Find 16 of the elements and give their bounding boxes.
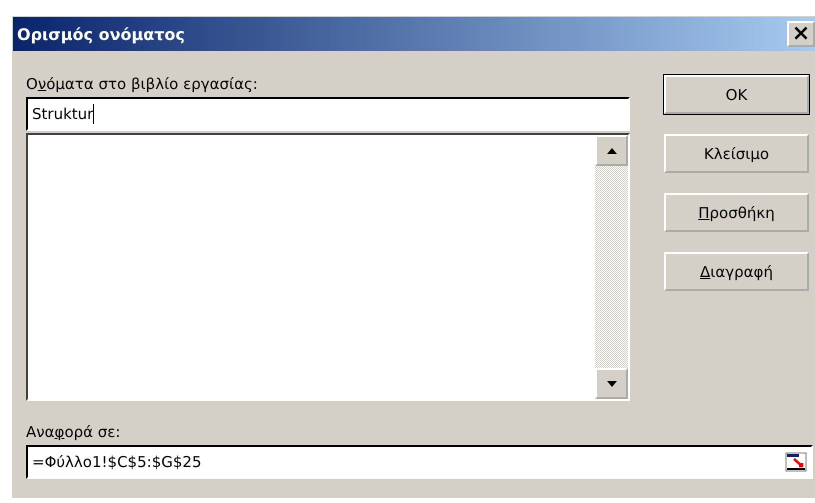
scroll-down-button[interactable] xyxy=(595,368,628,399)
down-arrow-icon xyxy=(606,380,618,388)
name-field[interactable]: Struktur xyxy=(26,97,630,131)
up-arrow-icon xyxy=(606,146,618,154)
reference-field[interactable]: =Φύλλο1!$C$5:$G$25 xyxy=(26,445,813,479)
field-label: Ονόματα στο βιβλίο εργασίας: xyxy=(26,75,259,95)
dialog-button[interactable]: Διαγραφή xyxy=(664,252,809,291)
dialog-button[interactable]: OK xyxy=(664,75,809,114)
scroll-up-button[interactable] xyxy=(595,135,628,166)
scrollbar[interactable] xyxy=(595,135,628,399)
field-label: Αναφορά σε: xyxy=(26,423,122,443)
window-title: Ορισμός ονόματος xyxy=(17,24,185,44)
dialog-button[interactable]: Προσθήκη xyxy=(664,193,809,232)
collapse-dialog-icon[interactable] xyxy=(785,452,807,472)
close-button[interactable]: × xyxy=(787,21,815,47)
dialog-button[interactable]: Κλείσιμο xyxy=(664,134,809,173)
